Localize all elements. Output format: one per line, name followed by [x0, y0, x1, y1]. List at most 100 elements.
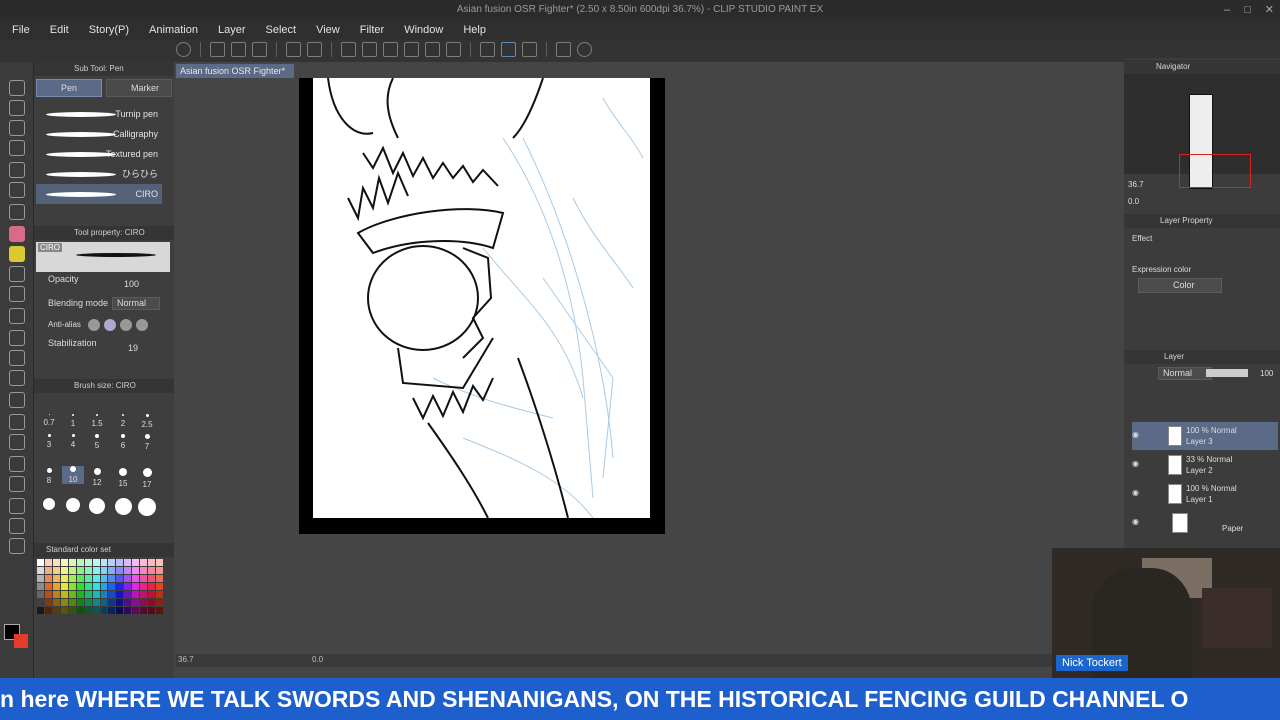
opacity-value[interactable]: 100	[124, 279, 139, 289]
color-swatch[interactable]	[100, 607, 108, 614]
zoom-value[interactable]: 36.7	[178, 655, 194, 664]
color-swatch[interactable]	[68, 575, 76, 582]
color-swatch[interactable]	[100, 591, 108, 598]
color-swatch[interactable]	[60, 567, 68, 574]
color-swatch[interactable]	[124, 559, 132, 566]
color-swatch[interactable]	[132, 607, 140, 614]
color-swatch[interactable]	[108, 583, 116, 590]
brush-size-item[interactable]	[62, 498, 84, 515]
color-swatch[interactable]	[68, 559, 76, 566]
color-swatch[interactable]	[60, 607, 68, 614]
color-swatch[interactable]	[124, 583, 132, 590]
drawing-page[interactable]	[313, 78, 650, 518]
color-swatch[interactable]	[100, 559, 108, 566]
color-swatch[interactable]	[140, 567, 148, 574]
open-folder-icon[interactable]	[231, 42, 246, 57]
color-swatch[interactable]	[124, 607, 132, 614]
color-swatch[interactable]	[108, 599, 116, 606]
color-swatch[interactable]	[68, 599, 76, 606]
hand-icon[interactable]	[9, 100, 25, 116]
color-swatch[interactable]	[52, 607, 60, 614]
brush-size-item[interactable]	[38, 498, 60, 513]
menu-view[interactable]: View	[316, 24, 340, 36]
brush-size-item-selected[interactable]: 10	[62, 466, 84, 484]
color-swatch[interactable]	[140, 607, 148, 614]
brush-size-item[interactable]: 2.5	[136, 414, 158, 429]
color-swatch[interactable]	[148, 567, 156, 574]
brush-size-item[interactable]: 8	[38, 468, 60, 485]
ruler-icon[interactable]	[9, 456, 25, 472]
menu-animation[interactable]: Animation	[149, 24, 198, 36]
brush-size-item[interactable]: 1	[62, 414, 84, 428]
color-swatch[interactable]	[52, 559, 60, 566]
antialias-weak[interactable]	[104, 319, 116, 331]
color-swatch[interactable]	[132, 575, 140, 582]
menu-edit[interactable]: Edit	[50, 24, 69, 36]
brush-size-item[interactable]: 17	[136, 468, 158, 489]
color-swatch[interactable]	[44, 583, 52, 590]
color-swatch[interactable]	[116, 591, 124, 598]
color-swatch[interactable]	[116, 599, 124, 606]
clear-icon[interactable]	[341, 42, 356, 57]
new-file-icon[interactable]	[210, 42, 225, 57]
transform-icon[interactable]	[404, 42, 419, 57]
color-swatch[interactable]	[148, 591, 156, 598]
companion-mode-icon[interactable]	[556, 42, 571, 57]
auto-select-icon[interactable]	[9, 182, 25, 198]
color-swatch[interactable]	[156, 607, 163, 614]
color-swatch[interactable]	[84, 591, 92, 598]
color-swatch[interactable]	[108, 567, 116, 574]
operation-icon[interactable]	[9, 120, 25, 136]
color-swatch[interactable]	[148, 607, 156, 614]
color-swatch[interactable]	[132, 559, 140, 566]
color-swatch[interactable]	[124, 567, 132, 574]
color-swatch[interactable]	[92, 591, 100, 598]
color-swatch[interactable]	[92, 559, 100, 566]
color-swatch[interactable]	[44, 599, 52, 606]
tab-pen[interactable]: Pen	[36, 79, 102, 97]
navigator-rotation[interactable]: 0.0	[1128, 197, 1139, 206]
color-swatch[interactable]	[84, 559, 92, 566]
layer-blend-mode-select[interactable]: Normal	[1158, 367, 1212, 380]
color-swatch[interactable]	[92, 583, 100, 590]
color-palette[interactable]	[37, 559, 163, 619]
menu-help[interactable]: Help	[463, 24, 486, 36]
color-swatch[interactable]	[116, 575, 124, 582]
color-swatch[interactable]	[116, 567, 124, 574]
snap-ruler-icon[interactable]	[480, 42, 495, 57]
brush-item[interactable]: Calligraphy	[36, 124, 162, 144]
eraser-icon[interactable]	[9, 330, 25, 346]
color-swatch[interactable]	[37, 591, 44, 598]
fill-icon[interactable]	[383, 42, 398, 57]
brush-size-item[interactable]	[86, 498, 108, 517]
color-swatch[interactable]	[148, 583, 156, 590]
3d-icon[interactable]	[9, 538, 25, 554]
brush-item[interactable]: ひらひら	[36, 164, 162, 184]
color-swatch[interactable]	[132, 599, 140, 606]
maximize-icon[interactable]: □	[1244, 0, 1251, 20]
snap-grid-icon[interactable]	[522, 42, 537, 57]
layer-row[interactable]: ◉ 100 % Normal Layer 1	[1132, 480, 1278, 508]
stabilization-value[interactable]: 19	[128, 343, 138, 353]
brush-size-item[interactable]: 3	[38, 434, 60, 449]
layer-row[interactable]: ◉ 33 % Normal Layer 2	[1132, 451, 1278, 479]
color-swatch[interactable]	[84, 583, 92, 590]
minimize-icon[interactable]: –	[1224, 0, 1230, 20]
color-swatch[interactable]	[100, 599, 108, 606]
color-swatch[interactable]	[52, 567, 60, 574]
navigator-zoom[interactable]: 36.7	[1128, 180, 1144, 189]
color-swatch[interactable]	[37, 567, 44, 574]
color-swatch[interactable]	[100, 575, 108, 582]
color-swatch[interactable]	[84, 567, 92, 574]
layer-row-paper[interactable]: ◉ Paper	[1132, 509, 1278, 537]
color-swatch[interactable]	[140, 559, 148, 566]
color-swatch[interactable]	[156, 599, 163, 606]
color-swatch[interactable]	[108, 607, 116, 614]
color-swatch[interactable]	[68, 567, 76, 574]
show-selection-icon[interactable]	[446, 42, 461, 57]
color-swatch[interactable]	[52, 575, 60, 582]
brush-size-item[interactable]: 12	[86, 468, 108, 487]
color-swatch[interactable]	[140, 591, 148, 598]
color-swatch[interactable]	[37, 559, 44, 566]
brush-item[interactable]: Textured pen	[36, 144, 162, 164]
